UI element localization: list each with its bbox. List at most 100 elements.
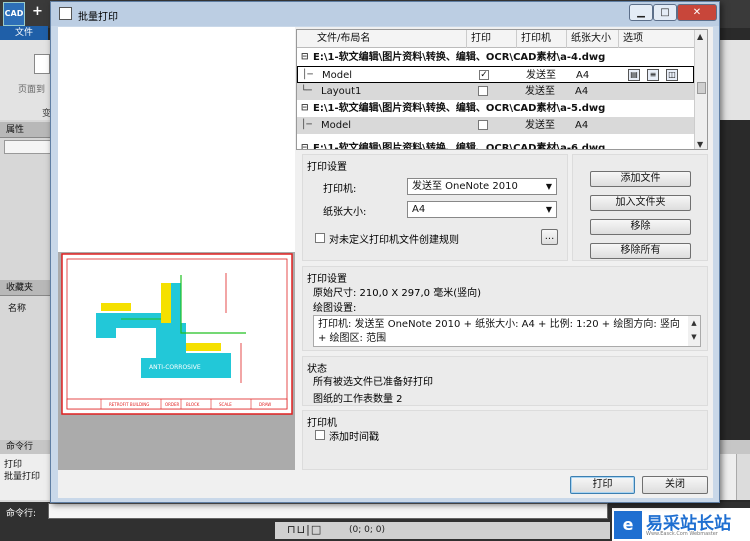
coordinates-readout: (0; 0; 0) [349,525,385,535]
new-tab-button[interactable]: + [32,4,43,19]
file-actions-group: 添加文件 加入文件夹 移除 移除所有 [572,154,708,261]
timestamp-label: 添加时间戳 [329,432,379,443]
command-scrollbar[interactable] [736,454,750,500]
favorites-name-column: 名称 [8,304,27,314]
plot-settings-scrollbar[interactable]: ▲ ▼ [688,316,700,346]
column-header-print[interactable]: 打印 [467,30,517,48]
tree-collapse-icon[interactable]: ⊟ [301,49,309,66]
file-group-row[interactable]: ⊟ E:\1-软文编辑\图片资料\转换、编辑、OCR\CAD素材\a-4.dwg [297,49,694,66]
printer-options-icon[interactable]: ≡ [647,69,659,81]
dialog-title-bar[interactable]: 批量打印 ▁ □ ✕ [51,2,719,26]
column-header-printer[interactable]: 打印机 [517,30,567,48]
watermark: e 易采站长站 Www.Easck.Com Webmaster [612,508,750,541]
file-group-row[interactable]: ⊟ E:\1-软文编辑\图片资料\转换、编辑、OCR\CAD素材\a-5.dwg [297,100,694,117]
tree-collapse-icon[interactable]: ⊟ [301,100,309,117]
layout-paper: A4 [575,120,589,131]
custom-rule-checkbox[interactable] [315,233,325,243]
batch-print-dialog: 批量打印 ▁ □ ✕ ANTI-CORROSIVE RETROFIT BUILD… [50,1,720,503]
column-header-options[interactable]: 选项 [619,30,694,48]
preview-blank-area [58,27,295,252]
title-block-text: SCALE [219,402,232,407]
status-group: 状态 所有被选文件已准备好打印 图纸的工作表数量 2 [302,356,708,406]
printer-label: 打印机: [323,184,357,195]
ribbon-tab-file[interactable]: 文件 [0,26,48,40]
printer-options-title: 打印机 [307,418,337,429]
remove-button[interactable]: 移除 [590,219,691,235]
status-ready-text: 所有被选文件已准备好打印 [313,377,433,388]
title-block-text: RETROFIT BUILDING [109,402,149,407]
print-checkbox[interactable]: ✓ [479,70,489,80]
add-folder-button[interactable]: 加入文件夹 [590,195,691,211]
dialog-body: ANTI-CORROSIVE RETROFIT BUILDING ORDER B… [58,27,713,498]
remove-all-button[interactable]: 移除所有 [590,243,691,259]
print-checkbox[interactable] [478,120,488,130]
file-list-header: 文件/布局名 打印 打印机 纸张大小 选项 [297,30,694,48]
printer-select-value: 发送至 OneNote 2010 [412,181,518,192]
layout-name: Model [321,120,352,131]
drawing-annotation: ANTI-CORROSIVE [149,364,201,371]
hatch-fill [186,343,221,351]
plot-settings-label: 绘图设置: [313,303,357,314]
close-button[interactable]: 关闭 [642,476,708,494]
title-block-text: DRAW [259,402,271,407]
file-list-scrollbar[interactable]: ▲ ▼ [694,30,707,149]
rule-browse-button[interactable]: ... [541,229,558,245]
paper-size-label: 纸张大小: [323,207,367,218]
add-file-button[interactable]: 添加文件 [590,171,691,187]
tree-collapse-icon[interactable]: ⊟ [301,140,309,149]
favorites-panel-title: 收藏夹 [0,280,56,296]
layout-row[interactable]: └─ Layout1 发送至 A4 [297,83,694,100]
preview-pane: ANTI-CORROSIVE RETROFIT BUILDING ORDER B… [58,27,295,470]
hatch-fill [161,283,171,323]
hatch-fill [101,303,131,311]
title-block-text: ORDER [165,402,180,407]
layout-printer: 发送至 [526,70,556,81]
chevron-down-icon: ▼ [545,205,552,214]
properties-dropdown[interactable] [4,140,52,154]
layout-paper: A4 [575,86,589,97]
layout-row[interactable]: │─ Model 发送至 A4 [297,117,694,134]
plot-settings-text[interactable]: 打印机: 发送至 OneNote 2010 + 纸张大小: A4 + 比例: 1… [313,315,701,347]
print-button[interactable]: 打印 [570,476,635,494]
maximize-button[interactable]: □ [653,4,677,21]
column-header-paper[interactable]: 纸张大小 [567,30,619,48]
page-setup-label: 页面到 [18,85,46,95]
layout-name: Layout1 [321,86,362,97]
chevron-down-icon: ▼ [545,182,552,191]
file-group-row[interactable]: ⊟ E:\1-软文编辑\图片资料\转换、编辑、OCR\CAD素材\a-6.dwg [297,140,694,149]
scroll-down-icon[interactable]: ▼ [697,140,703,149]
scroll-up-icon[interactable]: ▲ [697,32,703,41]
tree-branch: │─ [302,70,313,80]
close-window-button[interactable]: ✕ [677,4,717,21]
file-path: E:\1-软文编辑\图片资料\转换、编辑、OCR\CAD素材\a-5.dwg [313,103,606,114]
plot-settings-value: 打印机: 发送至 OneNote 2010 + 纸张大小: A4 + 比例: 1… [318,319,680,344]
tree-branch: └─ [301,86,312,96]
print-checkbox[interactable] [478,86,488,96]
print-settings-group: 打印设置 打印机: 发送至 OneNote 2010 ▼ 纸张大小: A4 ▼ … [302,154,568,261]
column-header-file[interactable]: 文件/布局名 [297,30,467,48]
scroll-thumb[interactable] [697,82,706,94]
print-info-title: 打印设置 [307,274,347,285]
layout-row[interactable]: │─ Model ✓ 发送至 A4 ▤ ≡ ◫ [297,66,694,83]
snap-toggle-icons[interactable]: ⊓⊔|□ [287,523,322,536]
sheet-count-text: 图纸的工作表数量 2 [313,394,403,405]
command-input[interactable] [48,503,608,519]
layout-name: Model [322,70,353,81]
properties-panel-title: 属性 [0,122,56,138]
printer-select[interactable]: 发送至 OneNote 2010 ▼ [407,178,557,195]
command-history-line: 批量打印 [4,472,41,482]
app-logo[interactable]: CAD [3,2,25,26]
page-setup-icon[interactable] [34,54,50,74]
dialog-app-icon [59,7,72,20]
title-block-text: BLOCK [186,402,200,407]
print-settings-title: 打印设置 [307,162,347,173]
layout-printer: 发送至 [525,86,555,97]
timestamp-checkbox[interactable] [315,430,325,440]
file-layout-list[interactable]: 文件/布局名 打印 打印机 纸张大小 选项 ⊟ E:\1-软文编辑\图片资料\转… [296,29,708,150]
minimize-button[interactable]: ▁ [629,4,653,21]
preview-icon[interactable]: ◫ [666,69,678,81]
print-info-group: 打印设置 原始尺寸: 210,0 X 297,0 毫米(竖向) 绘图设置: 打印… [302,266,708,351]
page-setup-icon[interactable]: ▤ [628,69,640,81]
paper-size-select[interactable]: A4 ▼ [407,201,557,218]
layout-paper: A4 [576,70,590,81]
